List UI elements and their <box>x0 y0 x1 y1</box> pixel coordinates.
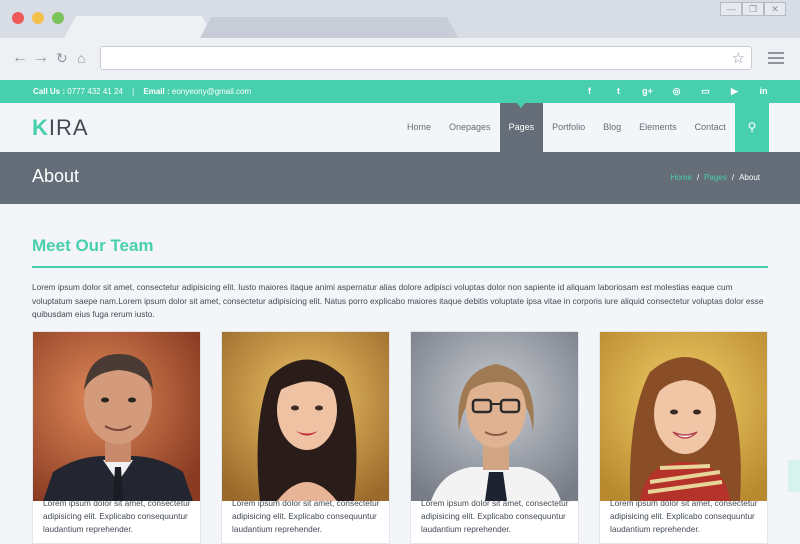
breadcrumb-home[interactable]: Home <box>671 173 692 182</box>
section-title: Meet Our Team <box>32 236 154 256</box>
minimize-icon[interactable]: — <box>720 2 742 16</box>
site-logo[interactable]: KIRA <box>32 115 89 141</box>
breadcrumb-current: About <box>739 173 760 182</box>
social-links: f t g+ ◎ ▭ ▶ in <box>575 80 778 103</box>
section-title-rest: Our Team <box>70 236 154 255</box>
nav-blog[interactable]: Blog <box>594 103 630 152</box>
breadcrumb-pages[interactable]: Pages <box>704 173 727 182</box>
team-member-photo <box>600 332 767 501</box>
browser-tab[interactable] <box>318 17 458 38</box>
breadcrumb-separator: / <box>731 173 735 182</box>
team-member-photo <box>33 332 200 501</box>
restore-icon[interactable]: ❐ <box>742 2 764 16</box>
team-member-bio: Lorem ipsum dolor sit amet, consectetur … <box>421 498 569 534</box>
forward-arrow-icon[interactable]: → <box>33 50 49 66</box>
email-address[interactable]: eonyeony@gmail.com <box>172 87 251 96</box>
window-buttons: — ❐ ✕ <box>720 2 786 16</box>
browser-chrome: — ❐ ✕ ← → ↻ ⌂ ☆ <box>0 0 800 80</box>
phone-number: 0777 432 41 24 <box>67 87 123 96</box>
twitter-icon[interactable]: t <box>604 80 633 103</box>
address-bar[interactable]: ☆ <box>100 46 752 70</box>
maximize-window-button[interactable] <box>52 12 64 24</box>
nav-contact[interactable]: Contact <box>686 103 735 152</box>
separator: | <box>132 87 135 96</box>
page-title: About <box>32 166 80 186</box>
search-button[interactable]: ⚲ <box>735 103 769 152</box>
team-member-bio: Lorem ipsum dolor sit amet, consectetur … <box>610 498 758 534</box>
team-member-photo <box>411 332 578 501</box>
section-intro: Lorem ipsum dolor sit amet, consectetur … <box>32 282 764 319</box>
close-window-button[interactable] <box>12 12 24 24</box>
scroll-to-top-tab[interactable] <box>788 460 800 492</box>
breadcrumb: Home / Pages / About <box>671 173 760 182</box>
browser-tab[interactable] <box>200 17 340 38</box>
youtube-icon[interactable]: ▶ <box>720 80 749 103</box>
page-title-bar: About Home / Pages / About <box>0 152 800 204</box>
logo-text: IRA <box>48 115 89 140</box>
contact-info: Call Us : 0777 432 41 24 | Email : eonye… <box>33 87 251 96</box>
nav-portfolio[interactable]: Portfolio <box>543 103 594 152</box>
site-header: KIRA Home Onepages Pages Portfolio Blog Eleme… <box>0 102 800 152</box>
minimize-window-button[interactable] <box>32 12 44 24</box>
team-member-card[interactable]: Lorem ipsum dolor sit amet, consectetur … <box>221 331 390 544</box>
section-title-strong: Meet <box>32 236 71 255</box>
close-icon[interactable]: ✕ <box>764 2 786 16</box>
browser-toolbar: ← → ↻ ⌂ ☆ <box>0 38 800 80</box>
email-label: Email : <box>143 87 170 96</box>
flickr-icon[interactable]: ▭ <box>691 80 720 103</box>
bookmark-star-icon[interactable]: ☆ <box>732 49 745 67</box>
team-member-card[interactable]: Lorem ipsum dolor sit amet, consectetur … <box>410 331 579 544</box>
nav-home[interactable]: Home <box>398 103 440 152</box>
facebook-icon[interactable]: f <box>575 80 604 103</box>
logo-initial: K <box>32 115 49 140</box>
section-divider <box>32 266 768 268</box>
team-grid: Lorem ipsum dolor sit amet, consectetur … <box>32 331 770 544</box>
browser-tab-active[interactable] <box>64 16 214 38</box>
team-member-bio: Lorem ipsum dolor sit amet, consectetur … <box>43 498 191 534</box>
team-member-card[interactable]: Lorem ipsum dolor sit amet, consectetur … <box>32 331 201 544</box>
dribbble-icon[interactable]: ◎ <box>662 80 691 103</box>
breadcrumb-separator: / <box>696 173 700 182</box>
reload-icon[interactable]: ↻ <box>56 50 68 66</box>
back-arrow-icon[interactable]: ← <box>12 50 28 66</box>
top-contact-bar: Call Us : 0777 432 41 24 | Email : eonye… <box>0 80 800 103</box>
linkedin-icon[interactable]: in <box>749 80 778 103</box>
team-member-bio: Lorem ipsum dolor sit amet, consectetur … <box>232 498 380 534</box>
nav-elements[interactable]: Elements <box>630 103 686 152</box>
window-controls <box>12 12 64 24</box>
team-member-card[interactable]: Lorem ipsum dolor sit amet, consectetur … <box>599 331 768 544</box>
home-icon[interactable]: ⌂ <box>77 50 85 66</box>
search-icon: ⚲ <box>747 120 757 134</box>
main-navigation: Home Onepages Pages Portfolio Blog Elements Co… <box>398 102 735 152</box>
call-label: Call Us : <box>33 87 66 96</box>
hamburger-menu-icon[interactable] <box>768 52 784 67</box>
nav-pages[interactable]: Pages <box>499 102 544 152</box>
team-member-photo <box>222 332 389 501</box>
nav-onepages[interactable]: Onepages <box>440 103 500 152</box>
google-plus-icon[interactable]: g+ <box>633 80 662 103</box>
